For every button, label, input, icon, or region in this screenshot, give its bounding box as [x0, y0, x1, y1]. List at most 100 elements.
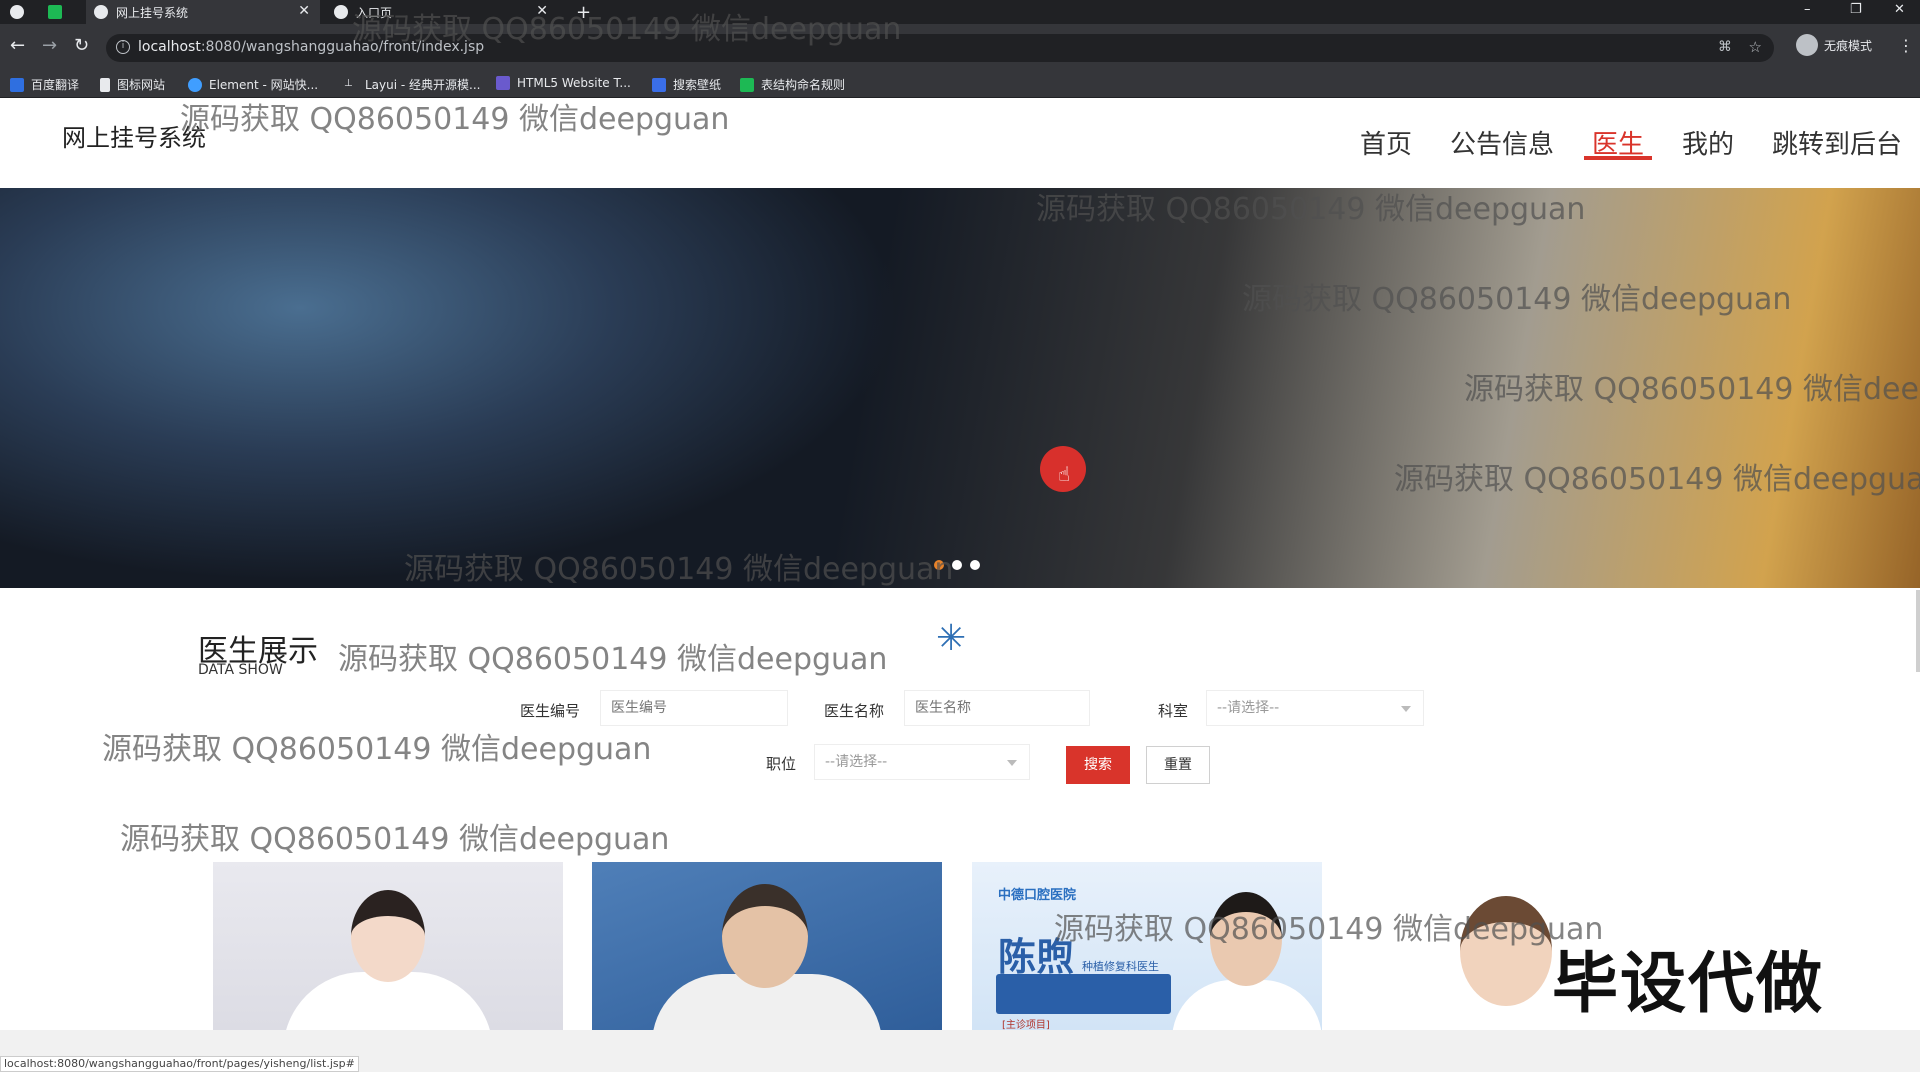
doctor-card[interactable]: 中德口腔医院 陈煦 种植修复科医生 [主诊项目] — [972, 862, 1322, 1030]
position-select[interactable]: --请选择-- — [814, 744, 1030, 780]
status-bar-url: localhost:8080/wangshangguahao/front/pag… — [0, 1056, 359, 1072]
doctor-card[interactable] — [592, 862, 942, 1030]
nav-admin[interactable]: 跳转到后台 — [1772, 124, 1902, 161]
bookmark-item[interactable]: 百度翻译 — [10, 76, 79, 93]
doctor-photo-face — [722, 884, 808, 988]
back-icon[interactable]: ← — [10, 36, 25, 56]
close-window-icon[interactable]: ✕ — [1894, 2, 1905, 17]
scrollbar[interactable] — [1916, 590, 1920, 672]
restore-icon[interactable]: ❐ — [1850, 2, 1862, 17]
carousel-dots — [934, 560, 980, 570]
promo-text: 毕设代做 — [1552, 945, 1824, 1022]
browser-toolbar: ← → ↻ i localhost:8080/wangshangguahao/f… — [0, 24, 1920, 70]
globe-icon — [94, 5, 108, 19]
doctor-photo-face — [351, 890, 425, 982]
nav-active-indicator — [1584, 156, 1652, 160]
close-tab-icon[interactable]: ✕ — [536, 3, 548, 19]
doctor-card[interactable] — [213, 862, 563, 1030]
bookmark-label: HTML5 Website T... — [517, 76, 631, 90]
tab-search[interactable] — [10, 0, 36, 24]
bookmark-item[interactable]: Element - 网站快... — [188, 76, 318, 93]
url-host: localhost — [138, 39, 201, 55]
wallpaper-icon — [652, 77, 666, 92]
star-icon[interactable]: ☆ — [1749, 38, 1762, 56]
position-label: 职位 — [766, 755, 797, 773]
profile-label: 无痕模式 — [1824, 38, 1873, 53]
doctor-photo — [1172, 980, 1322, 1030]
bookmark-item[interactable]: HTML5 Website T... — [496, 76, 631, 90]
bookmarks-bar: 百度翻译 图标网站 Element - 网站快... ⊥ Layui - 经典开源… — [0, 70, 1920, 98]
nav-notices[interactable]: 公告信息 — [1450, 124, 1554, 161]
address-bar[interactable]: i localhost:8080/wangshangguahao/front/i… — [106, 34, 1774, 62]
carousel-dot[interactable] — [934, 560, 944, 570]
site-title: 网上挂号系统 — [62, 124, 206, 152]
info-icon[interactable]: i — [116, 40, 130, 54]
reload-icon[interactable]: ↻ — [74, 36, 89, 56]
carousel-dot[interactable] — [970, 560, 980, 570]
doctor-photo-face — [1460, 896, 1552, 1006]
bookmark-item[interactable]: ⊥ Layui - 经典开源模... — [344, 76, 480, 93]
nav-home[interactable]: 首页 — [1360, 124, 1412, 161]
doctor-name-input[interactable] — [904, 690, 1090, 726]
bookmark-item[interactable]: 表结构命名规则 — [740, 76, 845, 93]
translate-icon[interactable]: ⌘ — [1718, 39, 1732, 55]
section-subtitle: DATA SHOW — [198, 662, 283, 678]
credentials-box — [996, 974, 1171, 1014]
department-select[interactable]: --请选择-- — [1206, 690, 1424, 726]
bookmark-label: Layui - 经典开源模... — [365, 78, 481, 92]
bookmark-label: 百度翻译 — [31, 78, 80, 92]
tab-label: 网上挂号系统 — [116, 5, 189, 20]
profile-button[interactable]: 无痕模式 — [1796, 34, 1872, 56]
chevron-down-icon — [1007, 760, 1017, 766]
tab-registration-system[interactable]: 网上挂号系统 ✕ — [86, 0, 320, 24]
bookmark-label: 表结构命名规则 — [761, 78, 846, 92]
html5-icon — [496, 76, 510, 90]
reset-button[interactable]: 重置 — [1146, 746, 1210, 784]
bookmark-label: 搜索壁纸 — [673, 78, 722, 92]
banner-carousel[interactable] — [0, 188, 1920, 588]
search-button[interactable]: 搜索 — [1066, 746, 1130, 784]
banner-image — [0, 188, 1920, 588]
incognito-icon — [1796, 34, 1818, 56]
doctor-name-label: 医生名称 — [824, 702, 885, 720]
tab-entry-page[interactable]: 入口页 ✕ — [326, 0, 558, 24]
doctor-photo-face — [1210, 892, 1282, 986]
watermark: 源码获取 QQ86050149 微信deepguan — [120, 822, 670, 857]
flag-icon — [100, 77, 110, 92]
bookmark-item[interactable]: 搜索壁纸 — [652, 76, 721, 93]
hospital-name: 中德口腔医院 — [998, 888, 1077, 903]
loading-spinner-icon: ✳ — [936, 618, 967, 659]
tab-label: 入口页 — [356, 5, 393, 20]
position-select-value: --请选择-- — [825, 754, 888, 770]
service-tag: [主诊项目] — [1002, 1020, 1050, 1030]
browser-tab-bar: 网上挂号系统 ✕ 入口页 ✕ + – ❐ ✕ — [0, 0, 1920, 24]
bookmark-item[interactable]: 图标网站 — [100, 76, 165, 93]
globe-icon — [334, 5, 348, 19]
carousel-dot[interactable] — [952, 560, 962, 570]
department-label: 科室 — [1158, 702, 1189, 720]
minimize-icon[interactable]: – — [1804, 2, 1811, 17]
doctor-no-label: 医生编号 — [520, 702, 581, 720]
url-text[interactable]: localhost:8080/wangshangguahao/front/ind… — [138, 39, 484, 55]
browser-icon — [10, 5, 24, 19]
tab-pinned[interactable] — [48, 0, 84, 24]
doctor-name: 陈煦 — [998, 934, 1075, 979]
translate-bookmark-icon — [10, 77, 24, 92]
url-path: :8080/wangshangguahao/front/index.jsp — [200, 39, 485, 55]
sheet-icon — [48, 5, 62, 19]
element-icon — [188, 77, 202, 92]
bookmark-label: Element - 网站快... — [209, 78, 319, 92]
bookmark-label: 图标网站 — [117, 78, 166, 92]
doctor-title: 种植修复科医生 — [1082, 960, 1159, 973]
doctor-no-input[interactable] — [600, 690, 788, 726]
watermark: 源码获取 QQ86050149 微信deepguan — [102, 732, 652, 767]
menu-icon[interactable]: ⋮ — [1898, 36, 1914, 56]
site-header: 网上挂号系统 首页 公告信息 医生 我的 跳转到后台 — [0, 98, 1920, 188]
sheet-icon — [740, 77, 754, 92]
department-select-value: --请选择-- — [1217, 700, 1280, 716]
forward-icon[interactable]: → — [42, 36, 57, 56]
new-tab-button[interactable]: + — [576, 0, 591, 24]
pointer-cursor-icon: ☝ — [1058, 462, 1071, 486]
close-tab-icon[interactable]: ✕ — [298, 3, 310, 19]
nav-mine[interactable]: 我的 — [1682, 124, 1734, 161]
